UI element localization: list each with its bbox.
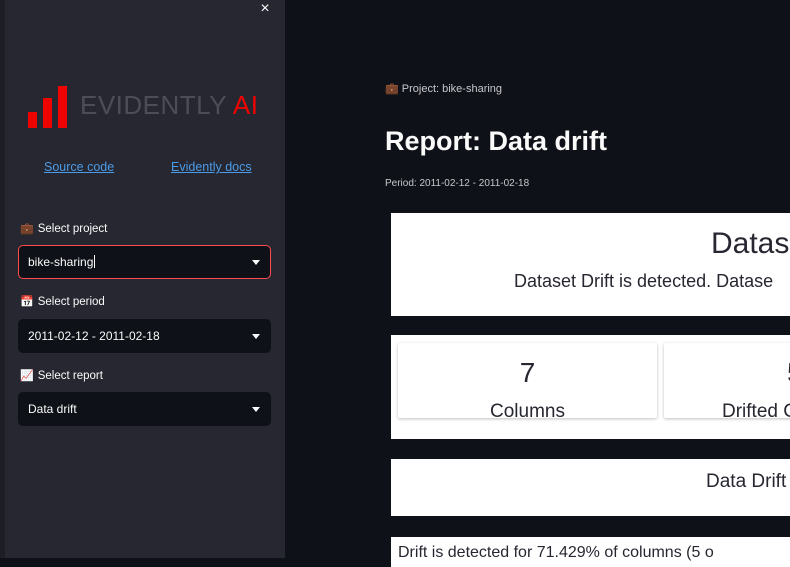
project-caption: 💼 Project: bike-sharing: [385, 83, 503, 95]
chart-icon: 📈: [20, 370, 34, 382]
metric-label: Columns: [490, 401, 565, 422]
drift-summary-text: Drift is detected for 71.429% of columns…: [398, 544, 714, 561]
metric-label: Drifted C: [722, 401, 790, 422]
dataset-drift-heading: Datase: [711, 227, 790, 260]
chevron-down-icon: [252, 260, 260, 265]
main-content: 💼 Project: bike-sharing Report: Data dri…: [285, 0, 790, 567]
sidebar-edge: [0, 0, 5, 558]
chevron-down-icon: [252, 407, 260, 412]
briefcase-icon: 💼: [20, 223, 34, 235]
data-drift-table-title: Data Drift: [706, 471, 787, 492]
select-project-label: 💼 Select project: [20, 223, 108, 235]
report-select[interactable]: Data drift: [18, 392, 271, 426]
project-select[interactable]: bike-sharing: [18, 245, 271, 279]
sidebar: × EVIDENTLY AI Source code Evidently doc…: [0, 0, 285, 558]
evidently-docs-link[interactable]: Evidently docs: [171, 160, 252, 174]
drift-summary-card: Drift is detected for 71.429% of columns…: [391, 537, 790, 567]
evidently-logo: EVIDENTLY AI: [28, 86, 260, 128]
close-sidebar-button[interactable]: ×: [256, 0, 274, 18]
project-select-value: bike-sharing: [28, 255, 96, 269]
metric-columns: 7 Columns: [398, 343, 657, 422]
logo-text: EVIDENTLY AI: [80, 90, 259, 120]
period-select[interactable]: 2011-02-12 - 2011-02-18: [18, 319, 271, 353]
period-caption: Period: 2011-02-12 - 2011-02-18: [385, 178, 530, 189]
page-title: Report: Data drift: [385, 126, 607, 156]
briefcase-icon: 💼: [385, 83, 399, 95]
select-report-label: 📈 Select report: [20, 370, 103, 382]
calendar-icon: 📅: [20, 296, 34, 308]
metrics-card: 7 Columns 5 Drifted C: [391, 335, 790, 439]
report-select-value: Data drift: [28, 402, 77, 416]
metric-value: 7: [519, 357, 536, 388]
period-select-value: 2011-02-12 - 2011-02-18: [28, 329, 160, 343]
dataset-drift-card: Datase Dataset Drift is detected. Datase: [391, 213, 790, 316]
logo-bars-icon: [28, 86, 72, 128]
data-drift-table-card: Data Drift: [391, 459, 790, 516]
dataset-drift-subtitle: Dataset Drift is detected. Datase: [514, 271, 774, 291]
source-code-link[interactable]: Source code: [44, 160, 114, 174]
select-period-label: 📅 Select period: [20, 296, 105, 308]
chevron-down-icon: [252, 334, 260, 339]
metric-drifted-columns: 5 Drifted C: [664, 343, 790, 422]
